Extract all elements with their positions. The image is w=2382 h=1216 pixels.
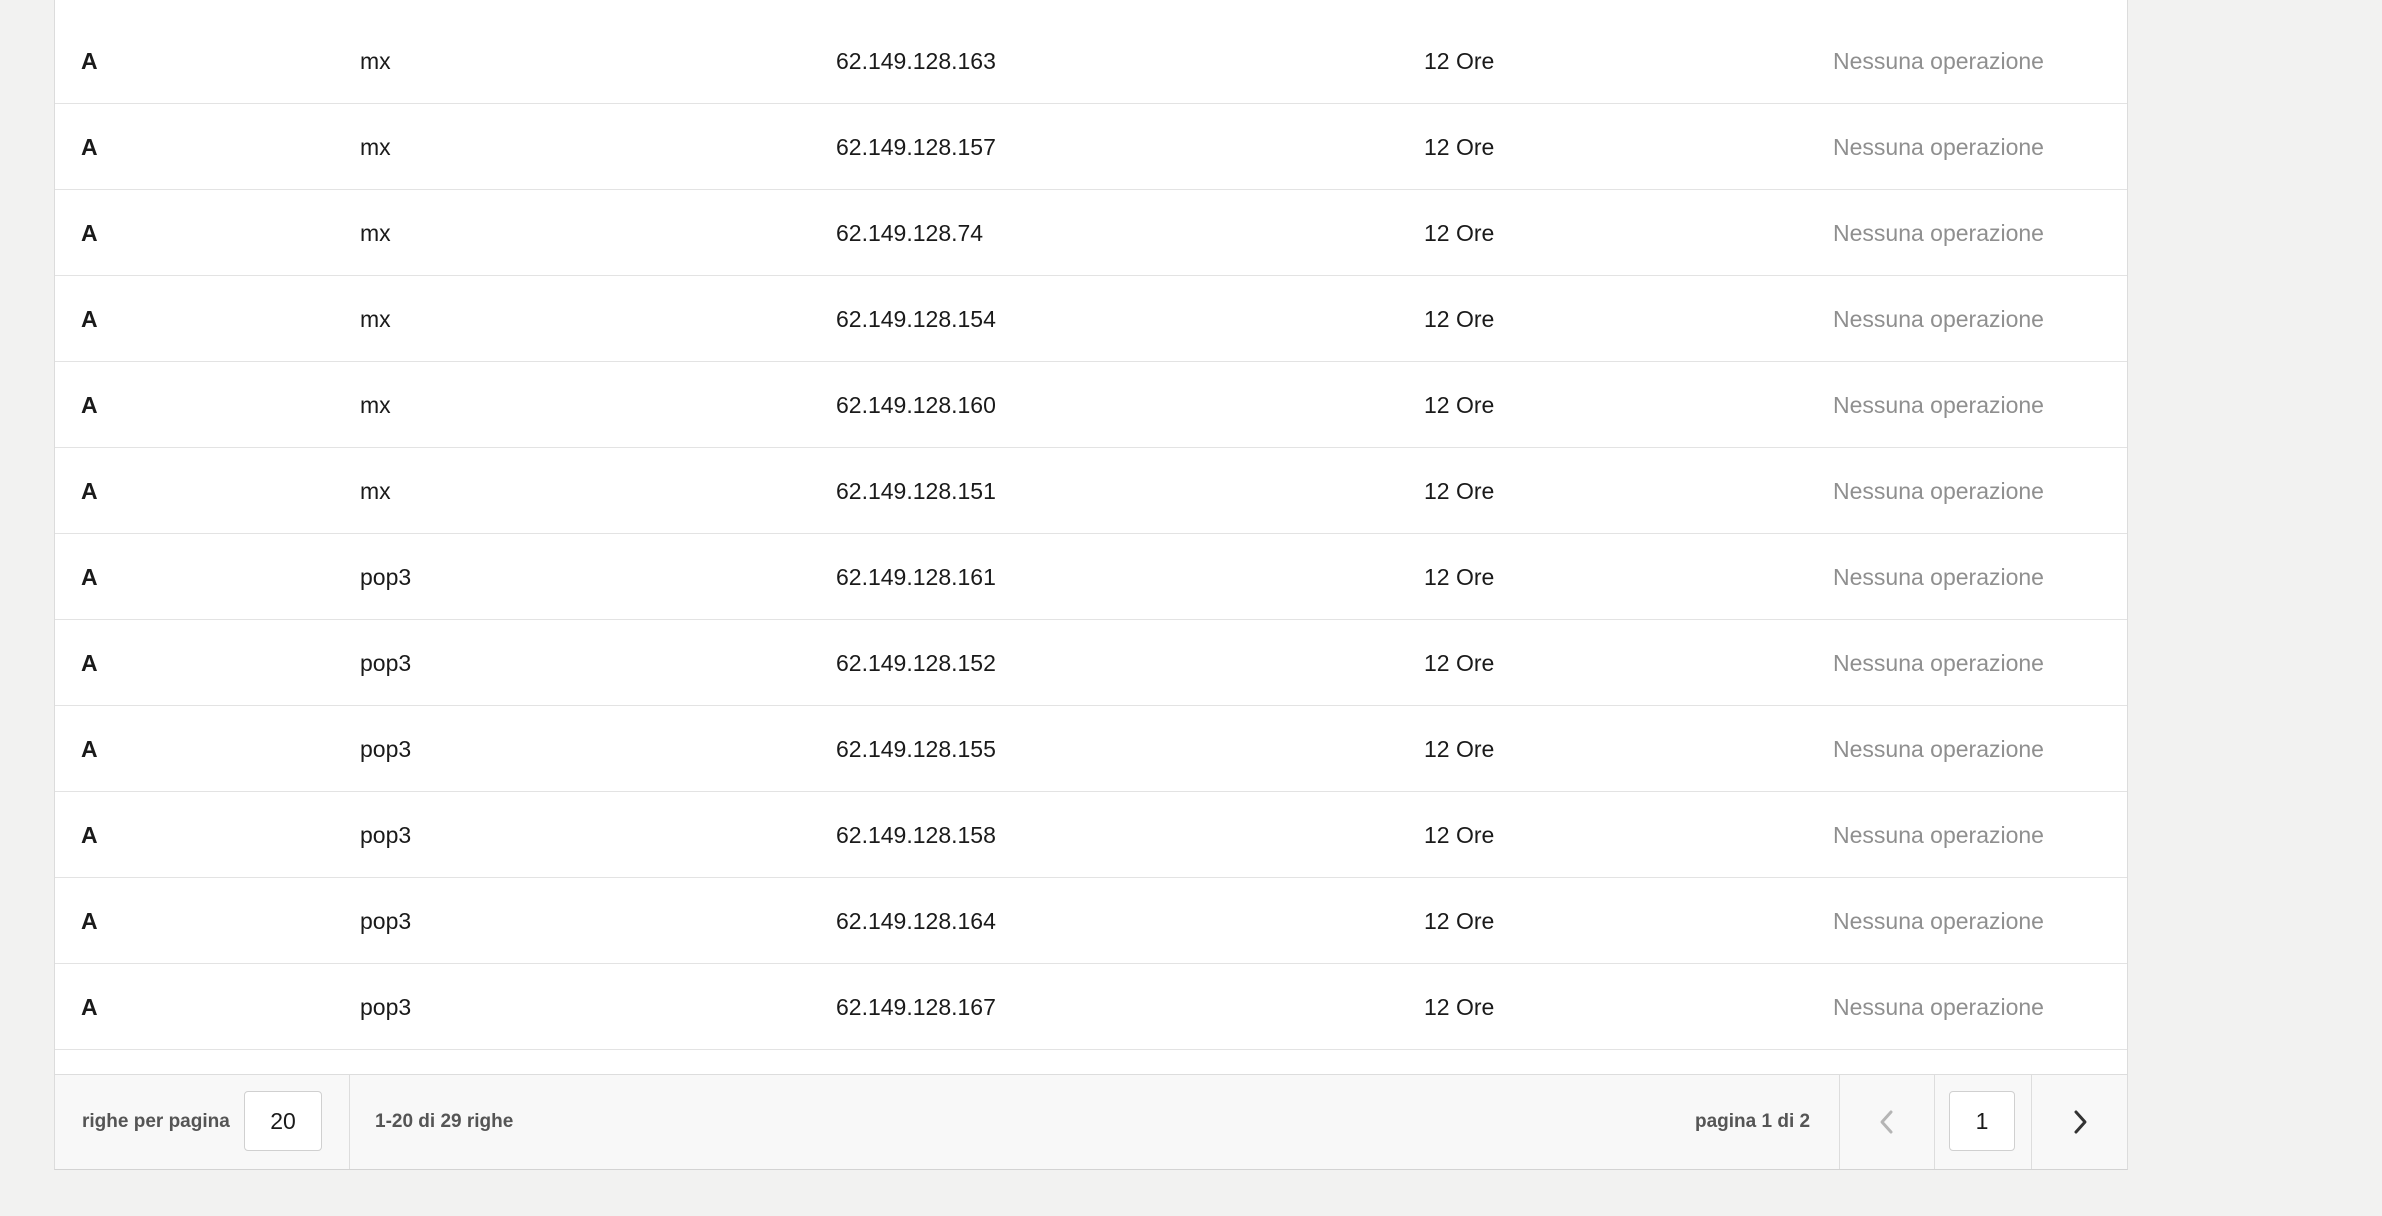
record-name: pop3 bbox=[360, 564, 412, 590]
table-row: A pop3 62.149.128.158 12 Ore Nessuna ope… bbox=[55, 792, 2127, 878]
record-ttl: 12 Ore bbox=[1424, 650, 1495, 676]
table-row: A mx 62.149.128.160 12 Ore Nessuna opera… bbox=[55, 362, 2127, 448]
record-value: 62.149.128.152 bbox=[836, 650, 996, 676]
table-row: A pop3 62.149.128.164 12 Ore Nessuna ope… bbox=[55, 878, 2127, 964]
record-value: 62.149.128.167 bbox=[836, 994, 996, 1020]
record-value: 62.149.128.160 bbox=[836, 392, 996, 418]
record-operations: Nessuna operazione bbox=[1833, 908, 2044, 934]
rows-per-page-label: righe per pagina bbox=[82, 1111, 230, 1132]
record-type: A bbox=[81, 392, 98, 418]
record-type: A bbox=[81, 564, 98, 590]
record-ttl: 12 Ore bbox=[1424, 306, 1495, 332]
record-name: mx bbox=[360, 48, 391, 74]
record-type: A bbox=[81, 134, 98, 160]
record-ttl: 12 Ore bbox=[1424, 134, 1495, 160]
row-range-text: 1-20 di 29 righe bbox=[375, 1111, 514, 1132]
record-operations: Nessuna operazione bbox=[1833, 134, 2044, 160]
table-row: A pop3 62.149.128.155 12 Ore Nessuna ope… bbox=[55, 706, 2127, 792]
record-name: pop3 bbox=[360, 994, 412, 1020]
table-row: A mx 62.149.128.151 12 Ore Nessuna opera… bbox=[55, 448, 2127, 534]
record-operations: Nessuna operazione bbox=[1833, 220, 2044, 246]
record-type: A bbox=[81, 822, 98, 848]
rows-per-page-input[interactable] bbox=[244, 1091, 322, 1151]
record-operations: Nessuna operazione bbox=[1833, 478, 2044, 504]
record-name: mx bbox=[360, 478, 391, 504]
record-type: A bbox=[81, 994, 98, 1020]
next-page-button[interactable] bbox=[2032, 1075, 2127, 1169]
table-row: A pop3 62.149.128.161 12 Ore Nessuna ope… bbox=[55, 534, 2127, 620]
record-operations: Nessuna operazione bbox=[1833, 994, 2044, 1020]
record-ttl: 12 Ore bbox=[1424, 392, 1495, 418]
table-row: A pop3 62.149.128.152 12 Ore Nessuna ope… bbox=[55, 620, 2127, 706]
record-type: A bbox=[81, 478, 98, 504]
record-type: A bbox=[81, 306, 98, 332]
record-name: pop3 bbox=[360, 822, 412, 848]
record-value: 62.149.128.154 bbox=[836, 306, 996, 332]
record-name: mx bbox=[360, 134, 391, 160]
record-operations: Nessuna operazione bbox=[1833, 392, 2044, 418]
record-type: A bbox=[81, 736, 98, 762]
record-value: 62.149.128.151 bbox=[836, 478, 996, 504]
table-row: A pop3 62.149.128.167 12 Ore Nessuna ope… bbox=[55, 964, 2127, 1050]
chevron-left-icon bbox=[1880, 1110, 1892, 1134]
record-type: A bbox=[81, 48, 98, 74]
record-value: 62.149.128.74 bbox=[836, 220, 984, 246]
record-operations: Nessuna operazione bbox=[1833, 564, 2044, 590]
record-name: mx bbox=[360, 220, 391, 246]
table-row: A mx 62.149.128.163 12 Ore Nessuna opera… bbox=[55, 18, 2127, 104]
table-row: A mx 62.149.128.154 12 Ore Nessuna opera… bbox=[55, 276, 2127, 362]
chevron-right-icon bbox=[2074, 1110, 2086, 1134]
record-value: 62.149.128.164 bbox=[836, 908, 996, 934]
record-type: A bbox=[81, 908, 98, 934]
record-type: A bbox=[81, 220, 98, 246]
previous-page-button[interactable] bbox=[1839, 1075, 1934, 1169]
divider bbox=[1934, 1075, 1935, 1169]
record-ttl: 12 Ore bbox=[1424, 478, 1495, 504]
record-name: pop3 bbox=[360, 736, 412, 762]
record-value: 62.149.128.163 bbox=[836, 48, 996, 74]
record-name: pop3 bbox=[360, 650, 412, 676]
record-value: 62.149.128.157 bbox=[836, 134, 996, 160]
record-operations: Nessuna operazione bbox=[1833, 48, 2044, 74]
record-ttl: 12 Ore bbox=[1424, 822, 1495, 848]
record-value: 62.149.128.161 bbox=[836, 564, 996, 590]
record-value: 62.149.128.158 bbox=[836, 822, 996, 848]
record-ttl: 12 Ore bbox=[1424, 908, 1495, 934]
record-ttl: 12 Ore bbox=[1424, 48, 1495, 74]
record-type: A bbox=[81, 650, 98, 676]
record-ttl: 12 Ore bbox=[1424, 994, 1495, 1020]
divider bbox=[349, 1075, 350, 1169]
record-value: 62.149.128.155 bbox=[836, 736, 996, 762]
record-operations: Nessuna operazione bbox=[1833, 736, 2044, 762]
current-page-input[interactable] bbox=[1949, 1091, 2015, 1151]
dns-records-panel: A mx 62.149.128.163 12 Ore Nessuna opera… bbox=[54, 0, 2128, 1170]
table-row: A mx 62.149.128.74 12 Ore Nessuna operaz… bbox=[55, 190, 2127, 276]
record-name: pop3 bbox=[360, 908, 412, 934]
record-operations: Nessuna operazione bbox=[1833, 650, 2044, 676]
record-ttl: 12 Ore bbox=[1424, 564, 1495, 590]
pagination-bar: righe per pagina 1-20 di 29 righe pagina… bbox=[55, 1074, 2127, 1169]
record-ttl: 12 Ore bbox=[1424, 220, 1495, 246]
table-row: A mx 62.149.128.157 12 Ore Nessuna opera… bbox=[55, 104, 2127, 190]
record-ttl: 12 Ore bbox=[1424, 736, 1495, 762]
page-count-text: pagina 1 di 2 bbox=[1695, 1111, 1811, 1132]
record-operations: Nessuna operazione bbox=[1833, 306, 2044, 332]
record-operations: Nessuna operazione bbox=[1833, 822, 2044, 848]
record-name: mx bbox=[360, 392, 391, 418]
record-name: mx bbox=[360, 306, 391, 332]
